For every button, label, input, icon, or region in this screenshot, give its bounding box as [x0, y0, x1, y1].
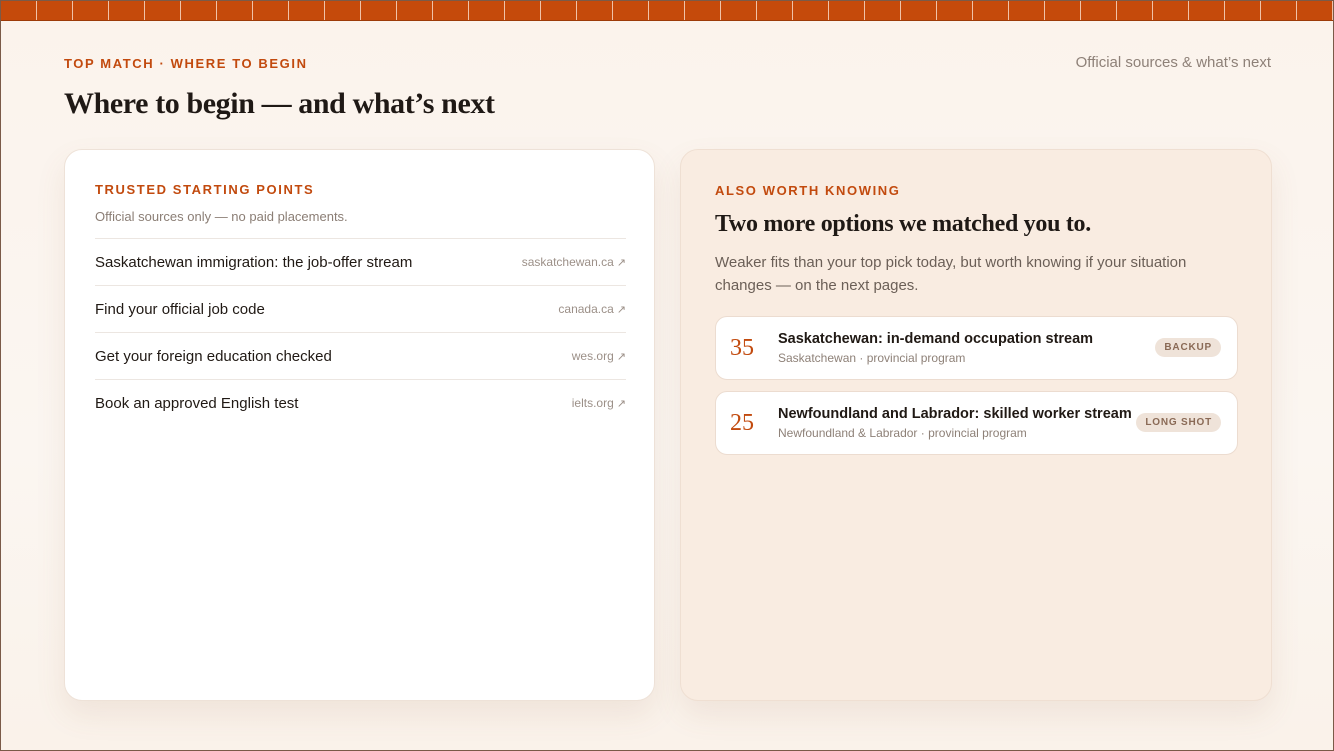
source-domain-text: ielts.org — [571, 396, 614, 410]
source-link-saskatchewan[interactable]: Saskatchewan immigration: the job-offer … — [95, 238, 626, 285]
trusted-sources-eyebrow: TRUSTED STARTING POINTS — [95, 182, 315, 197]
source-link-title: Book an approved English test — [95, 394, 299, 412]
source-domain-text: wes.org — [571, 349, 614, 363]
option-card-newfoundland[interactable]: 25 Newfoundland and Labrador: skilled wo… — [715, 391, 1238, 455]
also-worth-knowing-eyebrow: ALSO WORTH KNOWING — [715, 183, 901, 198]
source-link-list: Saskatchewan immigration: the job-offer … — [95, 238, 626, 426]
also-worth-knowing-card: ALSO WORTH KNOWING Two more options we m… — [680, 149, 1272, 701]
source-link-title: Saskatchewan immigration: the job-offer … — [95, 253, 413, 271]
external-link-icon: ↗ — [616, 256, 626, 269]
also-worth-knowing-description: Weaker fits than your top pick today, bu… — [715, 254, 1187, 294]
source-link-title: Find your official job code — [95, 300, 265, 318]
decorative-top-strip — [1, 1, 1333, 21]
status-badge: LONG SHOT — [1136, 413, 1221, 432]
trusted-sources-card: TRUSTED STARTING POINTS Official sources… — [64, 149, 655, 701]
source-link-domain: ielts.org ↗ — [572, 396, 626, 410]
match-score: 25 — [730, 410, 754, 436]
source-link-title: Get your foreign education checked — [95, 347, 332, 365]
source-link-domain: wes.org ↗ — [572, 349, 626, 363]
source-link-domain: saskatchewan.ca ↗ — [522, 255, 626, 269]
match-score: 35 — [730, 335, 754, 361]
matched-options-list: 35 Saskatchewan: in-demand occupation st… — [715, 316, 1238, 466]
also-worth-knowing-heading: Two more options we matched you to. — [715, 211, 1091, 237]
trusted-sources-subtitle: Official sources only — no paid placemen… — [95, 209, 348, 224]
source-domain-text: saskatchewan.ca — [521, 255, 614, 269]
option-subtitle: Saskatchewan · provincial program — [778, 351, 966, 365]
status-badge: BACKUP — [1155, 338, 1221, 357]
external-link-icon: ↗ — [616, 397, 626, 410]
page: TOP MATCH · WHERE TO BEGIN Official sour… — [0, 0, 1334, 751]
source-link-ielts[interactable]: Book an approved English test ielts.org … — [95, 379, 626, 426]
section-caption: Official sources & what’s next — [1075, 54, 1271, 71]
option-card-saskatchewan[interactable]: 35 Saskatchewan: in-demand occupation st… — [715, 316, 1238, 380]
source-link-canada[interactable]: Find your official job code canada.ca ↗ — [95, 285, 626, 332]
option-title: Newfoundland and Labrador: skilled worke… — [778, 406, 1132, 422]
source-link-wes[interactable]: Get your foreign education checked wes.o… — [95, 332, 626, 379]
option-title: Saskatchewan: in-demand occupation strea… — [778, 331, 1094, 347]
option-subtitle: Newfoundland & Labrador · provincial pro… — [778, 426, 1027, 440]
page-eyebrow: TOP MATCH · WHERE TO BEGIN — [64, 56, 308, 71]
source-domain-text: canada.ca — [558, 302, 614, 316]
external-link-icon: ↗ — [616, 350, 626, 363]
page-title: Where to begin — and what’s next — [64, 87, 495, 120]
source-link-domain: canada.ca ↗ — [558, 302, 626, 316]
external-link-icon: ↗ — [616, 303, 626, 316]
